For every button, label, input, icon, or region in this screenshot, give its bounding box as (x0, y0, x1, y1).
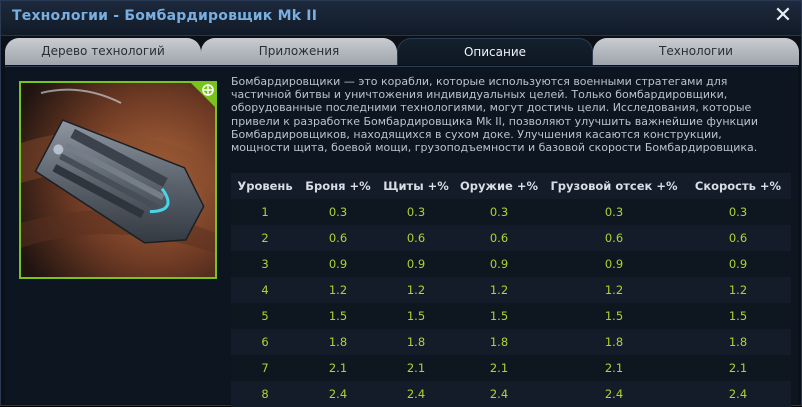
cell-shields: 2.1 (377, 355, 455, 381)
table-row: 8 2.4 2.4 2.4 2.4 2.4 (231, 381, 791, 407)
cell-cargo: 0.9 (543, 251, 685, 277)
cell-shields: 0.6 (377, 225, 455, 251)
cell-weapons: 0.6 (455, 225, 543, 251)
cell-level: 5 (231, 303, 299, 329)
cell-shields: 0.9 (377, 251, 455, 277)
cell-weapons: 0.3 (455, 199, 543, 225)
cell-cargo: 1.2 (543, 277, 685, 303)
description-panel: Бомбардировщики — это корабли, которые и… (5, 66, 798, 407)
table-header-row: Уровень Броня +% Щиты +% Оружие +% Грузо… (231, 173, 791, 199)
cell-level: 3 (231, 251, 299, 277)
table-row: 1 0.3 0.3 0.3 0.3 0.3 (231, 199, 791, 225)
column-header-cargo: Грузовой отсек +% (543, 173, 685, 199)
window-title: Технологии - Бомбардировщик Mk II (12, 8, 318, 24)
cell-cargo: 1.8 (543, 329, 685, 355)
cell-weapons: 1.2 (455, 277, 543, 303)
bomber-ship-image (21, 83, 215, 277)
cell-speed: 0.3 (685, 199, 791, 225)
description-text: Бомбардировщики — это корабли, которые и… (231, 75, 758, 155)
cell-armor: 0.6 (299, 225, 377, 251)
cell-speed: 0.9 (685, 251, 791, 277)
upgrade-table: Уровень Броня +% Щиты +% Оружие +% Грузо… (231, 173, 791, 407)
cell-shields: 1.8 (377, 329, 455, 355)
cell-armor: 1.8 (299, 329, 377, 355)
close-icon[interactable]: ✕ (772, 5, 794, 27)
cell-cargo: 2.4 (543, 381, 685, 407)
window-titlebar: Технологии - Бомбардировщик Mk II ✕ (1, 1, 801, 36)
bomber-class-icon (191, 83, 215, 107)
cell-shields: 0.3 (377, 199, 455, 225)
tab-applications[interactable]: Приложения (201, 38, 397, 65)
cell-armor: 1.5 (299, 303, 377, 329)
table-row: 2 0.6 0.6 0.6 0.6 0.6 (231, 225, 791, 251)
cell-speed: 0.6 (685, 225, 791, 251)
ship-portrait (19, 81, 217, 279)
cell-cargo: 2.1 (543, 355, 685, 381)
cell-cargo: 0.3 (543, 199, 685, 225)
column-header-weapons: Оружие +% (455, 173, 543, 199)
column-header-shields: Щиты +% (377, 173, 455, 199)
tab-technologies[interactable]: Технологии (593, 38, 799, 65)
cell-speed: 1.2 (685, 277, 791, 303)
table-row: 5 1.5 1.5 1.5 1.5 1.5 (231, 303, 791, 329)
cell-level: 1 (231, 199, 299, 225)
tab-description[interactable]: Описание (397, 38, 593, 65)
cell-level: 7 (231, 355, 299, 381)
cell-speed: 1.5 (685, 303, 791, 329)
tab-tech-tree[interactable]: Дерево технологий (5, 38, 201, 65)
column-header-speed: Скорость +% (685, 173, 791, 199)
cell-armor: 0.9 (299, 251, 377, 277)
cell-speed: 2.1 (685, 355, 791, 381)
tab-bar: Дерево технологий Приложения Описание Те… (5, 36, 800, 66)
cell-level: 8 (231, 381, 299, 407)
cell-speed: 2.4 (685, 381, 791, 407)
cell-weapons: 1.5 (455, 303, 543, 329)
cell-shields: 1.2 (377, 277, 455, 303)
cell-armor: 2.1 (299, 355, 377, 381)
table-row: 7 2.1 2.1 2.1 2.1 2.1 (231, 355, 791, 381)
cell-cargo: 1.5 (543, 303, 685, 329)
cell-weapons: 0.9 (455, 251, 543, 277)
cell-speed: 1.8 (685, 329, 791, 355)
column-header-armor: Броня +% (299, 173, 377, 199)
cell-weapons: 2.1 (455, 355, 543, 381)
table-row: 3 0.9 0.9 0.9 0.9 0.9 (231, 251, 791, 277)
table-row: 4 1.2 1.2 1.2 1.2 1.2 (231, 277, 791, 303)
cell-level: 2 (231, 225, 299, 251)
cell-level: 4 (231, 277, 299, 303)
column-header-level: Уровень (231, 173, 299, 199)
table-row: 6 1.8 1.8 1.8 1.8 1.8 (231, 329, 791, 355)
cell-shields: 1.5 (377, 303, 455, 329)
cell-armor: 2.4 (299, 381, 377, 407)
cell-level: 6 (231, 329, 299, 355)
cell-armor: 0.3 (299, 199, 377, 225)
cell-weapons: 2.4 (455, 381, 543, 407)
cell-cargo: 0.6 (543, 225, 685, 251)
cell-shields: 2.4 (377, 381, 455, 407)
cell-armor: 1.2 (299, 277, 377, 303)
technology-window: Технологии - Бомбардировщик Mk II ✕ Дере… (0, 0, 802, 407)
cell-weapons: 1.8 (455, 329, 543, 355)
